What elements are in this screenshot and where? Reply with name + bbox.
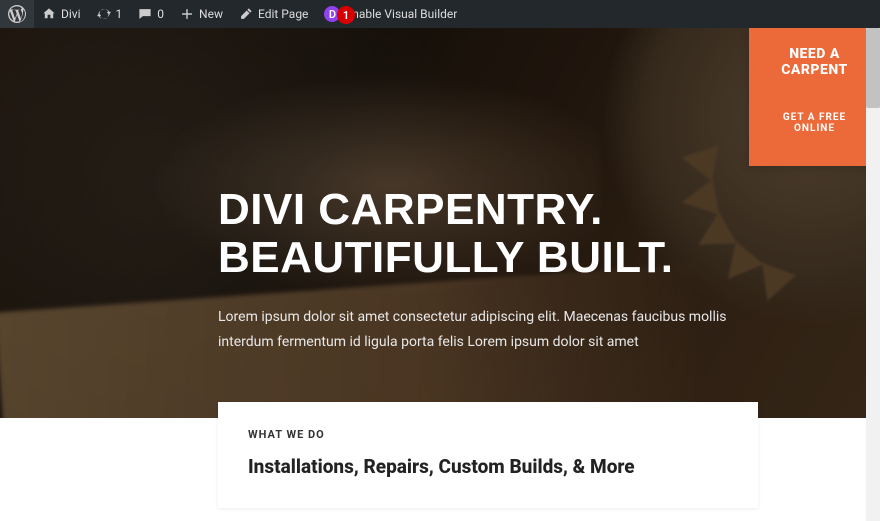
adminbar-site-name[interactable]: Divi: [34, 0, 89, 28]
adminbar-new[interactable]: New: [172, 0, 231, 28]
annotation-badge: 1: [337, 6, 355, 24]
what-we-do-heading: Installations, Repairs, Custom Builds, &…: [248, 455, 728, 478]
what-we-do-label: WHAT WE DO: [248, 428, 728, 441]
hero-section: DIVI CARPENTRY. BEAUTIFULLY BUILT. Lorem…: [0, 28, 880, 418]
visual-builder-label: Enable Visual Builder: [345, 7, 457, 21]
pencil-icon: [239, 7, 253, 21]
comment-icon: [138, 7, 152, 21]
hero-title: DIVI CARPENTRY. BEAUTIFULLY BUILT.: [218, 186, 840, 281]
wp-logo-menu[interactable]: [0, 0, 34, 28]
wordpress-icon: [8, 5, 26, 23]
plus-icon: [180, 7, 194, 21]
scrollbar-track[interactable]: [866, 28, 880, 521]
adminbar-edit-page[interactable]: Edit Page: [231, 0, 316, 28]
hero-content: DIVI CARPENTRY. BEAUTIFULLY BUILT. Lorem…: [218, 186, 840, 355]
scrollbar-thumb[interactable]: [866, 28, 880, 108]
adminbar-updates[interactable]: 1: [89, 0, 131, 28]
comments-count: 0: [157, 7, 164, 21]
home-icon: [42, 7, 56, 21]
wp-admin-bar: Divi 1 0 New Edit Page D Enable Visual B…: [0, 0, 880, 28]
cta-button[interactable]: GET A FREE ONLINE: [759, 102, 870, 144]
hero-subtitle: Lorem ipsum dolor sit amet consectetur a…: [218, 305, 758, 355]
new-label: New: [199, 7, 223, 21]
update-icon: [97, 7, 111, 21]
what-we-do-card: WHAT WE DO Installations, Repairs, Custo…: [218, 402, 758, 508]
cta-title: NEED A CARPENT: [759, 46, 870, 78]
updates-count: 1: [116, 7, 123, 21]
cta-card: NEED A CARPENT GET A FREE ONLINE: [749, 28, 880, 166]
hero-title-line1: DIVI CARPENTRY.: [218, 185, 603, 234]
site-name-label: Divi: [61, 7, 81, 21]
adminbar-comments[interactable]: 0: [130, 0, 172, 28]
hero-title-line2: BEAUTIFULLY BUILT.: [218, 233, 674, 282]
edit-page-label: Edit Page: [258, 7, 308, 21]
